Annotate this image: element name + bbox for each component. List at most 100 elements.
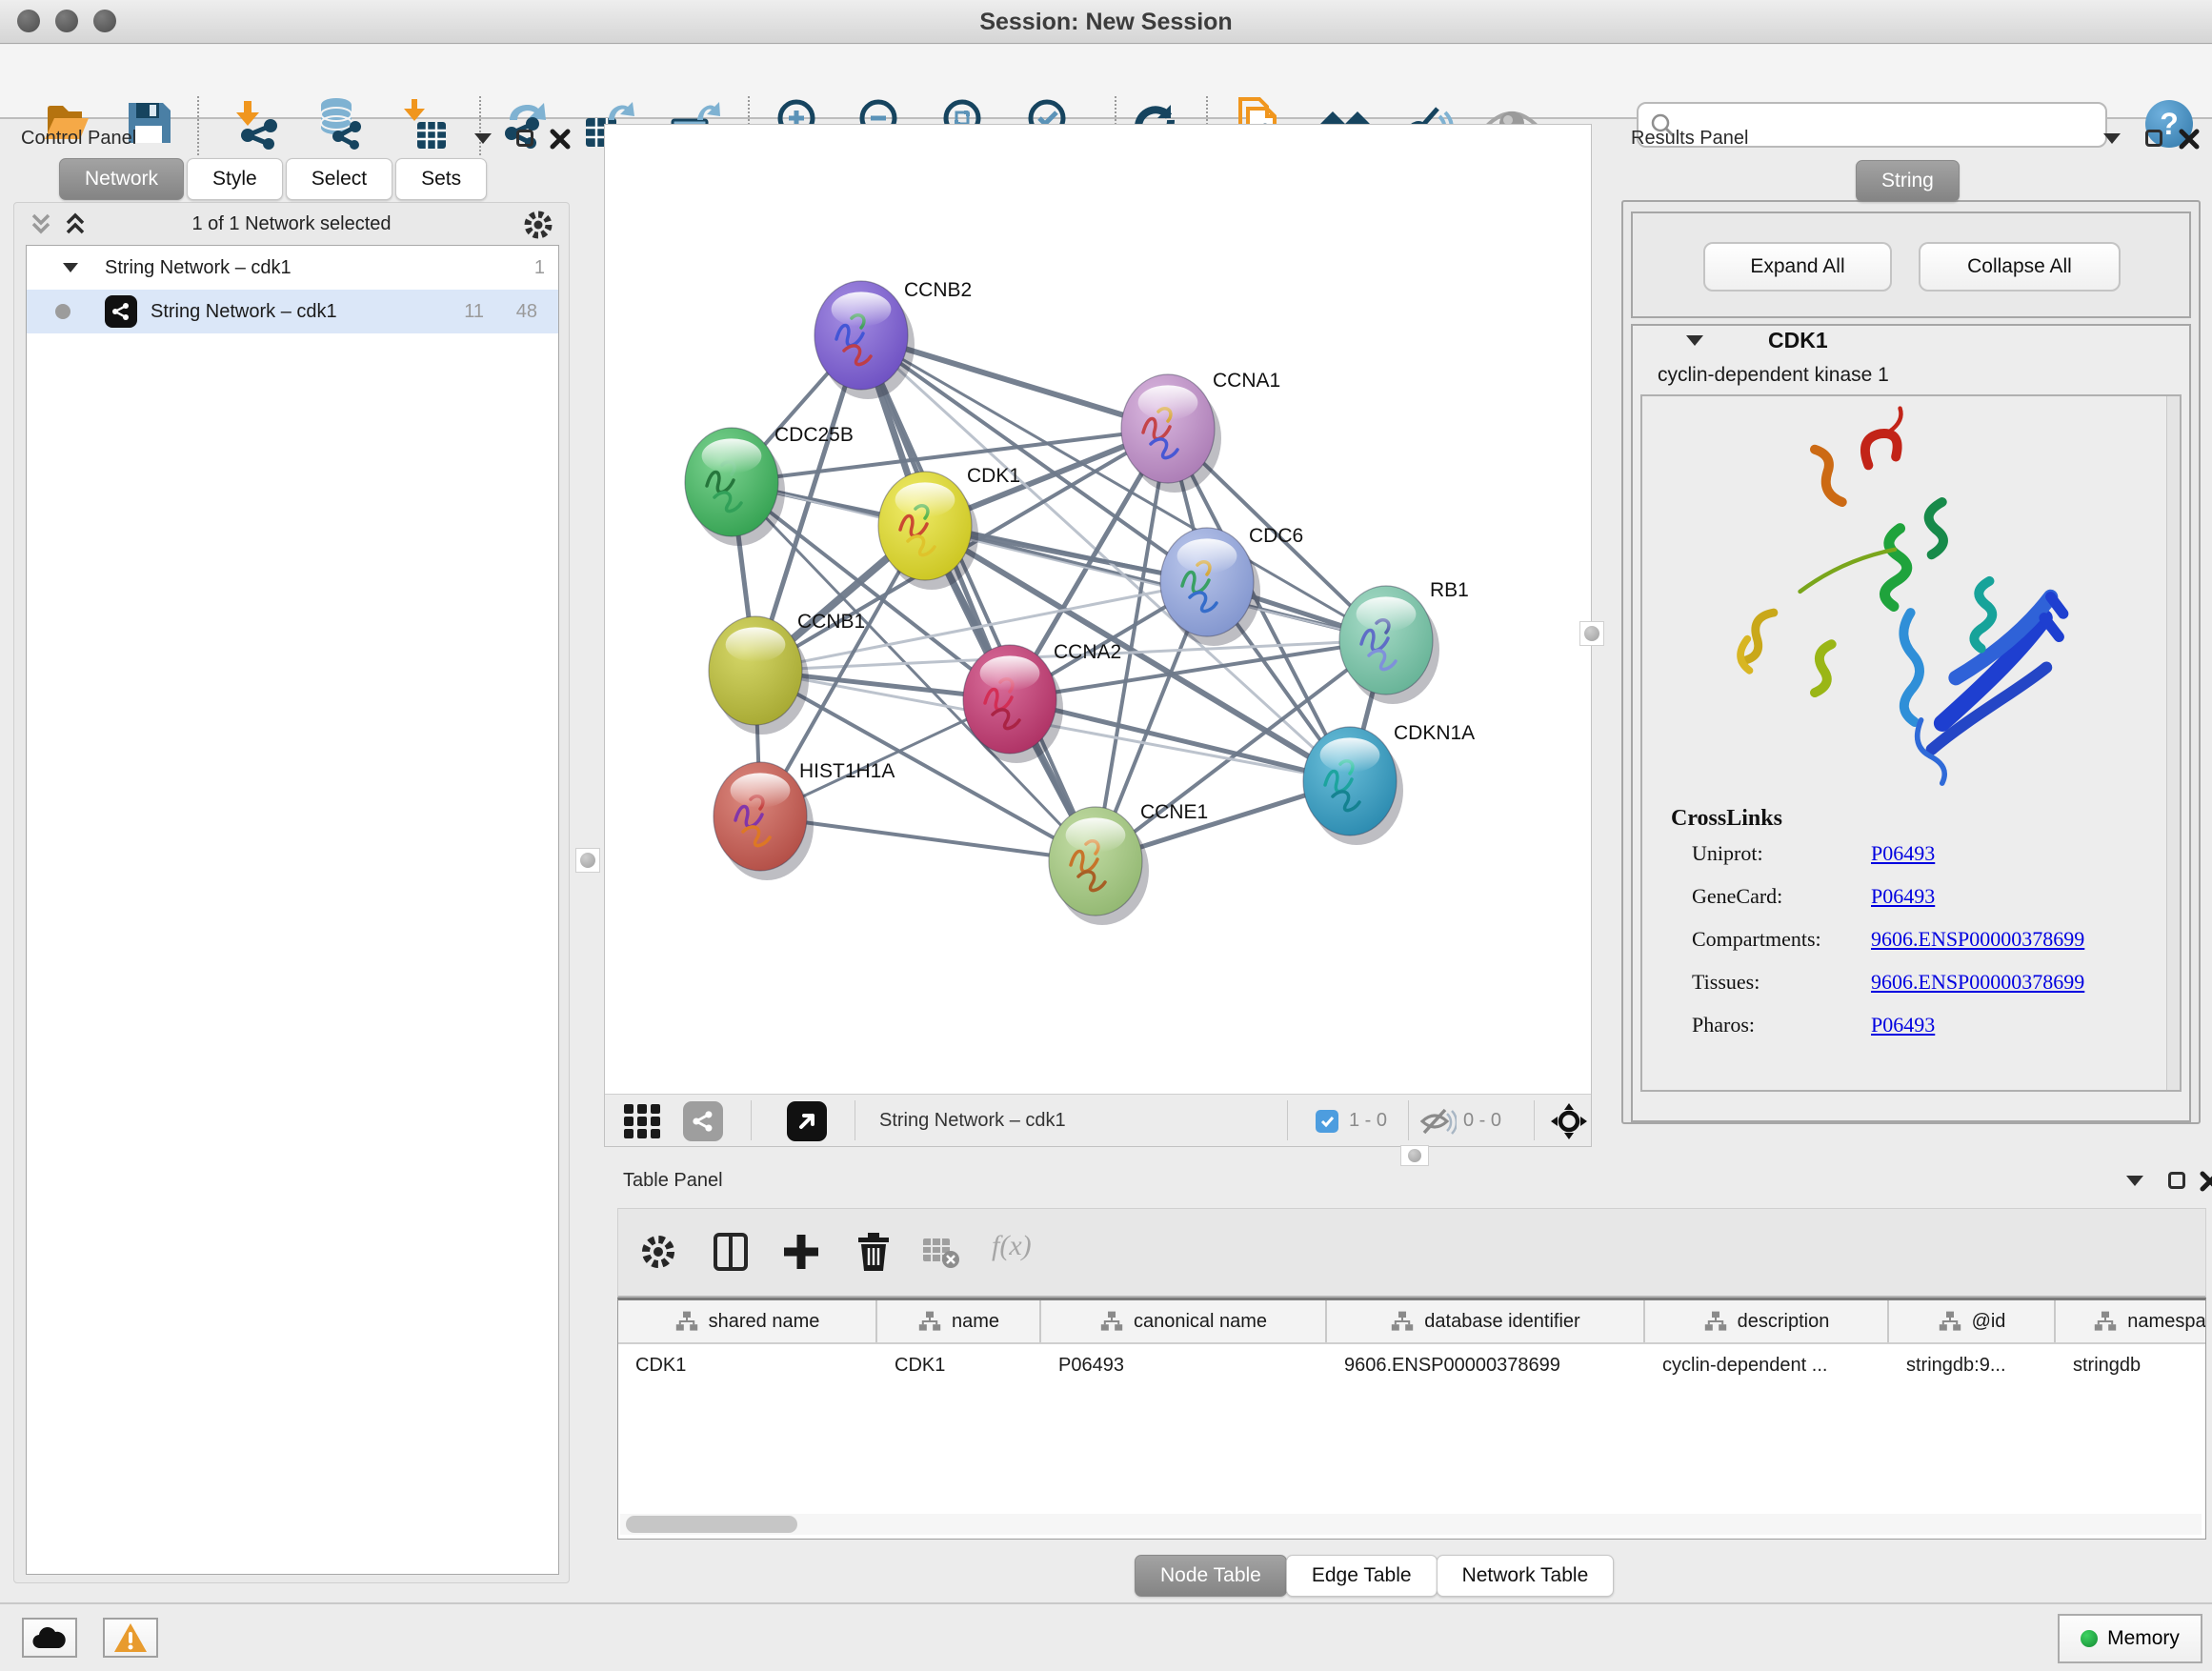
right-splitter-handle[interactable] [1579, 621, 1604, 646]
left-splitter-handle[interactable] [575, 848, 600, 873]
float-panel-icon[interactable] [2145, 130, 2162, 147]
column-header-namespace[interactable]: namespace [2056, 1300, 2206, 1342]
network-node-label-CDKN1A: CDKN1A [1394, 722, 1475, 744]
table-cell[interactable]: stringdb:9... [1889, 1344, 2056, 1386]
network-selection-status: 1 of 1 Network selected [14, 213, 569, 235]
hidden-eye-slash-icon[interactable] [1420, 1108, 1457, 1135]
float-panel-icon[interactable] [2168, 1172, 2185, 1189]
delete-columns-button[interactable] [847, 1226, 900, 1279]
float-panel-icon[interactable] [516, 130, 533, 147]
network-node-label-CDC25B: CDC25B [774, 424, 854, 446]
crosslink-label: Tissues: [1692, 970, 1760, 995]
entry-gene-name: CDK1 [1768, 328, 1828, 353]
birds-eye-grid-icon[interactable] [622, 1102, 664, 1140]
tab-select[interactable]: Select [286, 158, 392, 200]
network-node-CDK1[interactable] [878, 472, 978, 590]
string-node-entry: CDK1 cyclin-dependent kinase 1 [1631, 324, 2191, 1122]
table-cell[interactable]: CDK1 [877, 1344, 1041, 1386]
results-scrollbar[interactable] [2166, 396, 2180, 1090]
function-builder-button[interactable]: f(x) [992, 1230, 1032, 1262]
results-panel-title: Results Panel [1631, 128, 1748, 150]
table-row[interactable]: CDK1CDK1P064939606.ENSP00000378699cyclin… [618, 1344, 2205, 1386]
tab-string[interactable]: String [1856, 160, 1960, 202]
close-panel-icon[interactable] [2199, 1170, 2212, 1193]
window-titlebar: Session: New Session [0, 0, 2212, 44]
crosslink-link[interactable]: P06493 [1871, 1013, 1935, 1037]
network-node-RB1[interactable] [1339, 586, 1439, 704]
memory-button[interactable]: Memory [2058, 1614, 2202, 1663]
panel-menu-icon[interactable] [2126, 1176, 2143, 1186]
string-results-buttons: Expand All Collapse All [1631, 211, 2191, 318]
columns-icon [710, 1231, 752, 1273]
network-node-CDKN1A[interactable] [1303, 727, 1403, 845]
tab-node-table[interactable]: Node Table [1135, 1555, 1287, 1597]
crosslink-link[interactable]: 9606.ENSP00000378699 [1871, 927, 2084, 952]
column-header-description[interactable]: description [1645, 1300, 1889, 1342]
node-table: shared namenamecanonical namedatabase id… [617, 1298, 2206, 1540]
network-node-CDC6[interactable] [1160, 528, 1260, 646]
protein-structure-image [1671, 402, 2119, 802]
statusbar-divider [0, 1602, 2212, 1604]
tab-network[interactable]: Network [59, 158, 184, 200]
crosslink-row: Uniprot: P06493 [1642, 832, 2157, 875]
cloud-icon [30, 1623, 69, 1652]
network-options-gear-icon[interactable] [521, 208, 555, 242]
collection-expand-icon[interactable] [63, 263, 78, 272]
crosslink-row: Tissues: 9606.ENSP00000378699 [1642, 960, 2157, 1003]
warnings-button[interactable] [103, 1618, 158, 1658]
network-edge-CCNB2-CCNE1[interactable] [861, 335, 1096, 861]
close-panel-icon[interactable] [2178, 128, 2201, 151]
panel-menu-icon[interactable] [2103, 133, 2121, 144]
pan-crosshair-icon[interactable] [1550, 1102, 1588, 1140]
panel-menu-icon[interactable] [474, 133, 492, 144]
tab-style[interactable]: Style [187, 158, 283, 200]
scrollbar-thumb[interactable] [626, 1516, 797, 1533]
network-status-dot-icon [55, 304, 70, 319]
close-panel-icon[interactable] [549, 128, 572, 151]
column-type-icon [917, 1310, 942, 1333]
table-settings-gear-button[interactable] [632, 1226, 685, 1279]
show-columns-button[interactable] [704, 1226, 757, 1279]
network-canvas[interactable]: CCNB2CCNA1CDC25BCDK1CDC6RB1CCNB1CCNA2CDK… [605, 125, 1591, 1094]
column-type-icon [674, 1310, 699, 1333]
column-header-name[interactable]: name [877, 1300, 1041, 1342]
collapse-all-button[interactable]: Collapse All [1919, 242, 2121, 292]
network-node-CCNE1[interactable] [1049, 807, 1149, 925]
expand-all-button[interactable]: Expand All [1703, 242, 1892, 292]
open-in-window-icon[interactable] [787, 1101, 827, 1141]
network-node-label-CCNB1: CCNB1 [797, 611, 865, 633]
selected-checkbox-icon[interactable] [1316, 1110, 1338, 1133]
table-cell[interactable]: CDK1 [618, 1344, 877, 1386]
network-node-CDC25B[interactable] [685, 428, 785, 546]
network-node-count: 11 [464, 301, 484, 323]
crosslink-label: Uniprot: [1692, 841, 1763, 866]
table-horizontal-scrollbar[interactable] [620, 1514, 2202, 1535]
delete-table-button[interactable] [914, 1226, 967, 1279]
crosslink-link[interactable]: P06493 [1871, 884, 1935, 909]
entry-collapse-icon[interactable] [1686, 335, 1703, 346]
network-node-CCNA1[interactable] [1121, 374, 1221, 493]
selected-node-edge-counts: 1 - 0 [1349, 1095, 1387, 1147]
crosslink-link[interactable]: P06493 [1871, 841, 1935, 866]
table-cell[interactable]: cyclin-dependent ... [1645, 1344, 1889, 1386]
tab-network-table[interactable]: Network Table [1437, 1555, 1615, 1597]
tab-sets[interactable]: Sets [395, 158, 487, 200]
cloud-status-button[interactable] [22, 1618, 77, 1658]
tab-edge-table[interactable]: Edge Table [1286, 1555, 1438, 1597]
column-header-canonical-name[interactable]: canonical name [1041, 1300, 1327, 1342]
table-panel-title: Table Panel [623, 1170, 723, 1192]
network-row[interactable]: String Network – cdk1 11 48 [27, 290, 558, 333]
main-toolbar: ? [0, 45, 2212, 119]
network-node-CCNB2[interactable] [814, 281, 915, 399]
network-type-badge-icon[interactable] [683, 1101, 723, 1141]
table-cell[interactable]: stringdb [2056, 1344, 2206, 1386]
column-header--id[interactable]: @id [1889, 1300, 2056, 1342]
crosslink-link[interactable]: 9606.ENSP00000378699 [1871, 970, 2084, 995]
network-node-CCNA2[interactable] [963, 645, 1063, 763]
table-cell[interactable]: 9606.ENSP00000378699 [1327, 1344, 1645, 1386]
network-collection-row[interactable]: String Network – cdk1 1 [27, 246, 558, 290]
create-column-button[interactable] [774, 1226, 828, 1279]
column-header-shared-name[interactable]: shared name [618, 1300, 877, 1342]
column-header-database-identifier[interactable]: database identifier [1327, 1300, 1645, 1342]
table-cell[interactable]: P06493 [1041, 1344, 1327, 1386]
